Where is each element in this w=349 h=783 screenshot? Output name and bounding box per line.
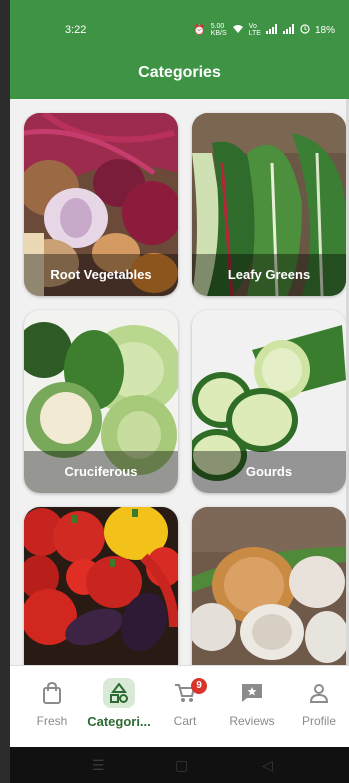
nav-label: Reviews — [229, 714, 275, 728]
data-speed: 5.00 KB/S — [210, 23, 227, 37]
status-time: 3:22 — [65, 24, 87, 36]
reviews-star-icon — [222, 678, 282, 708]
categories-shapes-icon — [103, 678, 135, 708]
category-card-onion-garlic[interactable] — [192, 507, 346, 665]
category-card-root-vegetables[interactable]: Root Vegetables — [24, 113, 178, 296]
left-edge — [0, 0, 10, 783]
alarm-icon: ⏰ — [193, 24, 206, 36]
profile-person-icon — [289, 678, 349, 708]
category-card-leafy-greens[interactable]: Leafy Greens — [192, 113, 346, 296]
status-bar: 3:22 ⏰ 5.00 KB/S Vo LTE 18% — [10, 0, 349, 55]
nav-item-categories[interactable]: Categori... — [82, 678, 156, 729]
menu-icon[interactable]: ☰ — [92, 757, 105, 774]
nav-item-reviews[interactable]: Reviews — [222, 678, 282, 728]
volte-indicator: Vo LTE — [248, 23, 261, 37]
page-title: Categories — [138, 64, 221, 81]
shopping-bag-icon — [22, 678, 82, 708]
signal-icon-2 — [282, 23, 295, 37]
nav-label: Profile — [301, 714, 336, 728]
signal-icon-1 — [265, 23, 278, 37]
nav-label: Fresh — [36, 714, 68, 728]
category-label: Leafy Greens — [192, 254, 346, 296]
app-header: Categories — [10, 55, 349, 99]
battery-level: 18% — [314, 24, 335, 36]
category-card-peppers[interactable] — [24, 507, 178, 665]
peppers-image — [24, 507, 178, 665]
nav-label: Cart — [173, 714, 197, 728]
battery-icon — [300, 23, 310, 37]
bottom-navigation: Fresh Categori... 9 Cart Reviews Profile — [10, 665, 349, 748]
category-label: Gourds — [192, 451, 346, 493]
category-card-cruciferous[interactable]: Cruciferous — [24, 310, 178, 493]
home-icon[interactable]: ▢ — [175, 757, 188, 774]
onion-garlic-image — [192, 507, 346, 665]
nav-item-fresh[interactable]: Fresh — [22, 678, 82, 728]
category-card-gourds[interactable]: Gourds — [192, 310, 346, 493]
nav-item-cart[interactable]: 9 Cart — [155, 678, 215, 728]
category-grid[interactable]: Root Vegetables Leafy Greens Cruciferous… — [10, 99, 349, 665]
status-icons: ⏰ 5.00 KB/S Vo LTE 18% — [193, 23, 335, 37]
nav-item-profile[interactable]: Profile — [289, 678, 349, 728]
categories-icon-wrap — [82, 678, 156, 708]
wifi-icon — [232, 24, 244, 37]
category-label: Cruciferous — [24, 451, 178, 493]
nav-label: Categori... — [87, 714, 151, 729]
cart-badge: 9 — [191, 678, 207, 694]
category-label: Root Vegetables — [24, 254, 178, 296]
back-icon[interactable]: ◁ — [262, 757, 273, 774]
android-system-nav: ☰ ▢ ◁ — [10, 747, 349, 783]
